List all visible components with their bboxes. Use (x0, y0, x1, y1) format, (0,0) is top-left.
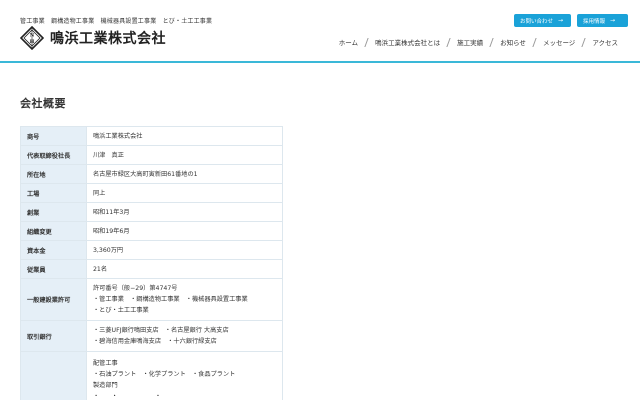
svg-text:H: H (30, 39, 35, 45)
header-divider (0, 61, 640, 63)
business-tagline: 管工事業 鋼構造物工事業 機械器具設置工事業 とび・土工工事業 (20, 18, 213, 25)
row-value: 許可番号（般−29）第4747号 ・管工事業 ・鋼構造物工事業 ・機械器具設置工… (86, 278, 283, 321)
row-label: 所在地 (20, 164, 87, 184)
nav-news[interactable]: お知らせ (492, 37, 534, 47)
table-row: 取引銀行 ・三菱UFJ銀行鳴田支店 ・名古屋銀行 大高支店 ・碧海信用金庫鳴海支… (20, 320, 283, 352)
row-label: 代表取締役社長 (20, 145, 87, 165)
table-row: 工場 同上 (20, 183, 283, 203)
row-value: 名古屋市緑区大高町寅新田61番地の1 (86, 164, 283, 184)
row-label: 一般建設業許可 (20, 278, 87, 321)
row-label: 従業員 (20, 259, 87, 279)
svg-text:N: N (30, 33, 35, 39)
table-row: 商号 鳴浜工業株式会社 (20, 126, 283, 146)
row-value: 昭和19年6月 (86, 221, 283, 241)
row-label (20, 351, 87, 400)
arrow-right-icon: → (558, 17, 564, 24)
row-label: 組織変更 (20, 221, 87, 241)
row-value-line: ・ ・ ・ (93, 392, 192, 400)
contact-button-label: お問い合わせ (520, 18, 554, 25)
table-row: 創業 昭和11年3月 (20, 202, 283, 222)
row-label: 商号 (20, 126, 87, 146)
row-value: 21名 (86, 259, 283, 279)
row-value: 昭和11年3月 (86, 202, 283, 222)
table-row: 代表取締役社長 川津 真正 (20, 145, 283, 165)
row-value: 鳴浜工業株式会社 (86, 126, 283, 146)
recruit-button[interactable]: 採用情報 → (577, 14, 628, 27)
row-value: ・三菱UFJ銀行鳴田支店 ・名古屋銀行 大高支店 ・碧海信用金庫鳴海支店 ・十六… (86, 320, 283, 352)
row-value: 川津 真正 (86, 145, 283, 165)
contact-button[interactable]: お問い合わせ → (514, 14, 571, 27)
row-value: 同上 (86, 183, 283, 203)
table-row: 組織変更 昭和19年6月 (20, 221, 283, 241)
company-name: 鳴浜工業株式会社 (50, 31, 166, 47)
row-value-line: ・管工事業 ・鋼構造物工事業 ・機械器具設置工事業 (93, 296, 248, 303)
row-value-line: ・とび・土工工事業 (93, 307, 149, 314)
table-row: 従業員 21名 (20, 259, 283, 279)
row-value: 3,360万円 (86, 240, 283, 260)
row-value-line: 製造部門 (93, 381, 118, 389)
site-header: 管工事業 鋼構造物工事業 機械器具設置工事業 とび・土工工事業 N H 鳴浜工業… (0, 0, 640, 62)
row-value-line: ・碧海信用金庫鳴海支店 ・十六銀行緑支店 (93, 338, 217, 345)
table-row: 配管工事 ・石油プラント ・化学プラント ・食品プラント 製造部門 ・ ・ ・ (20, 351, 283, 400)
table-row: 資本金 3,360万円 (20, 240, 283, 260)
row-value-line: 許可番号（般−29）第4747号 (93, 285, 178, 292)
header-buttons: お問い合わせ → 採用情報 → (514, 14, 628, 27)
row-value-line: ・石油プラント ・化学プラント ・食品プラント (93, 370, 236, 378)
arrow-right-icon: → (610, 17, 616, 24)
row-value: 配管工事 ・石油プラント ・化学プラント ・食品プラント 製造部門 ・ ・ ・ (86, 351, 283, 400)
main-nav: ホーム 鳴浜工業株式会社とは 施工実績 お知らせ メッセージ アクセス (331, 36, 626, 48)
nav-access[interactable]: アクセス (584, 37, 626, 47)
row-label: 工場 (20, 183, 87, 203)
row-label: 創業 (20, 202, 87, 222)
row-value-line: 配管工事 (93, 359, 118, 367)
company-logo[interactable]: N H 鳴浜工業株式会社 (20, 26, 166, 50)
table-row: 所在地 名古屋市緑区大高町寅新田61番地の1 (20, 164, 283, 184)
row-label: 資本金 (20, 240, 87, 260)
company-info-table: 商号 鳴浜工業株式会社 代表取締役社長 川津 真正 所在地 名古屋市緑区大高町寅… (20, 126, 283, 400)
company-emblem-icon: N H (20, 26, 44, 50)
nav-works[interactable]: 施工実績 (449, 37, 491, 47)
row-value-line: ・三菱UFJ銀行鳴田支店 ・名古屋銀行 大高支店 (93, 327, 229, 334)
nav-home[interactable]: ホーム (331, 37, 366, 47)
nav-about[interactable]: 鳴浜工業株式会社とは (367, 37, 448, 47)
nav-message[interactable]: メッセージ (535, 37, 583, 47)
table-row: 一般建設業許可 許可番号（般−29）第4747号 ・管工事業 ・鋼構造物工事業 … (20, 278, 283, 321)
row-label: 取引銀行 (20, 320, 87, 352)
recruit-button-label: 採用情報 (583, 18, 606, 25)
page-title: 会社概要 (20, 97, 66, 110)
